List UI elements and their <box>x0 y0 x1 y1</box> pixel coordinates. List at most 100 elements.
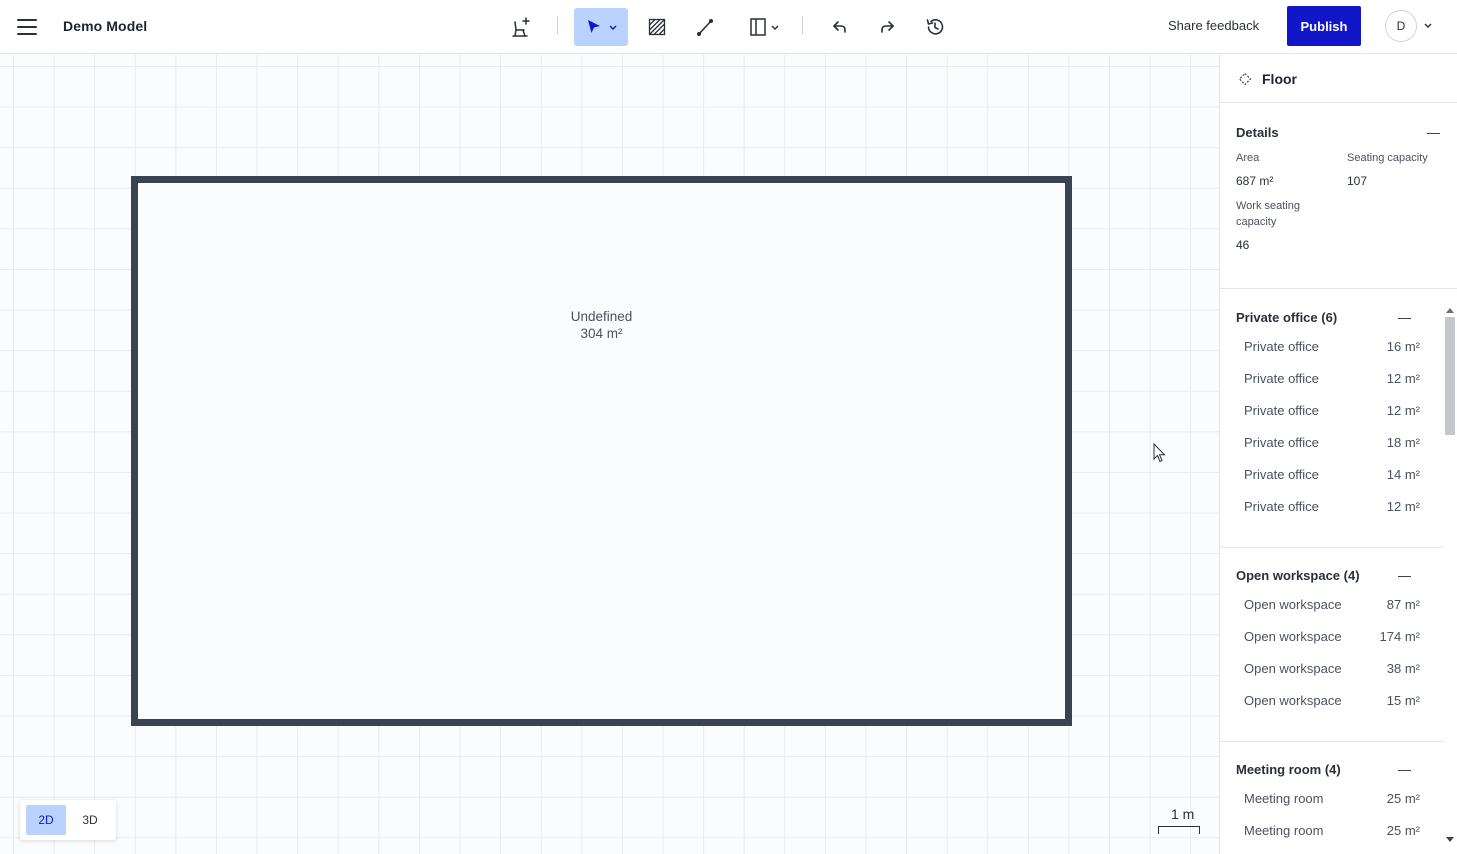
top-bar: Demo Model Share feedback Publish D <box>0 0 1457 54</box>
view-2d-button[interactable]: 2D <box>26 805 66 835</box>
details-section: Details Area 687 m² Seating capacity 107… <box>1220 103 1457 289</box>
panel-title: Floor <box>1262 70 1297 87</box>
view-3d-button[interactable]: 3D <box>70 805 110 835</box>
space-group-title: Private office (6) <box>1236 310 1338 325</box>
space-list-item[interactable]: Open workspace 174 m² <box>1236 629 1428 661</box>
space-name: Private office <box>1244 467 1319 482</box>
space-name: Private office <box>1244 435 1319 450</box>
scrollbar-thumb[interactable] <box>1445 317 1455 435</box>
space-name: Open workspace <box>1244 693 1342 708</box>
collapse-icon[interactable] <box>1398 311 1412 325</box>
view-mode-toggle: 2D 3D <box>20 800 116 840</box>
space-area: 12 m² <box>1386 403 1420 418</box>
space-list-item[interactable]: Private office 12 m² <box>1236 403 1428 435</box>
toolbar-separator <box>557 16 558 34</box>
area-tool[interactable] <box>643 8 671 46</box>
room-shape[interactable] <box>131 176 1072 726</box>
space-name: Meeting room <box>1244 823 1324 838</box>
history-icon <box>926 19 944 35</box>
space-list-item[interactable]: Private office 18 m² <box>1236 435 1428 467</box>
select-tool[interactable] <box>574 8 628 46</box>
select-pointer-icon <box>588 20 600 33</box>
chevron-down-icon <box>609 25 617 30</box>
floor-icon <box>1238 72 1252 85</box>
space-area: 25 m² <box>1386 823 1420 838</box>
space-list-item[interactable]: Private office 14 m² <box>1236 467 1428 499</box>
space-list-item[interactable]: Open workspace 15 m² <box>1236 693 1428 725</box>
space-name: Meeting room <box>1244 791 1324 806</box>
space-area: 25 m² <box>1386 791 1420 806</box>
collapse-icon[interactable] <box>1427 126 1441 140</box>
space-area: 16 m² <box>1386 339 1420 354</box>
area-value: 687 m² <box>1236 174 1274 188</box>
avatar[interactable]: D <box>1385 10 1417 42</box>
space-group: Open workspace (4) Open workspace 87 m² Ope… <box>1220 548 1444 742</box>
scale-label: 1 m <box>1171 806 1195 822</box>
scale-bar <box>1158 826 1200 834</box>
scroll-up-icon[interactable] <box>1446 308 1454 313</box>
space-area: 15 m² <box>1386 693 1420 708</box>
space-list-item[interactable]: Meeting room 25 m² <box>1236 791 1428 823</box>
space-groups-list: Private office (6) Private office 16 m² Pri… <box>1220 290 1444 854</box>
hatch-area-icon <box>648 18 666 36</box>
space-name: Private office <box>1244 403 1319 418</box>
history-button[interactable] <box>921 8 949 46</box>
undo-icon <box>833 21 846 33</box>
undo-button[interactable] <box>826 8 854 46</box>
draw-line-icon <box>696 18 714 37</box>
space-list-item[interactable]: Private office 12 m² <box>1236 371 1428 403</box>
room-area: 304 m² <box>580 326 623 341</box>
collapse-icon[interactable] <box>1398 763 1412 777</box>
space-group-title: Meeting room (4) <box>1236 762 1341 777</box>
seating-capacity-value: 107 <box>1347 174 1368 188</box>
space-list-item[interactable]: Meeting room 25 m² <box>1236 823 1428 854</box>
properties-panel: Floor Details Area 687 m² Seating capaci… <box>1219 55 1457 854</box>
floor-plan-canvas[interactable]: Undefined 304 m² 2D 3D 1 m <box>0 55 1219 854</box>
work-seating-capacity-label: Work seating capacity <box>1236 200 1300 228</box>
space-group-title: Open workspace (4) <box>1236 568 1360 583</box>
publish-button[interactable]: Publish <box>1287 6 1361 46</box>
space-name: Private office <box>1244 499 1319 514</box>
line-tool[interactable] <box>691 8 719 46</box>
space-name: Open workspace <box>1244 629 1342 644</box>
details-title: Details <box>1236 125 1279 140</box>
work-seating-capacity-value: 46 <box>1236 238 1250 252</box>
space-group: Meeting room (4) Meeting room 25 m² Meeting… <box>1220 742 1444 854</box>
collapse-icon[interactable] <box>1398 569 1412 583</box>
chevron-down-icon <box>771 25 778 30</box>
space-group-header[interactable]: Meeting room (4) <box>1236 762 1428 777</box>
redo-button[interactable] <box>873 8 901 46</box>
model-title: Demo Model <box>63 18 148 34</box>
space-area: 14 m² <box>1386 467 1420 482</box>
space-name: Open workspace <box>1244 597 1342 612</box>
redo-icon <box>881 21 894 33</box>
panel-scrollbar[interactable] <box>1443 305 1457 850</box>
share-feedback-link[interactable]: Share feedback <box>1168 18 1259 33</box>
panel-header: Floor <box>1220 55 1457 103</box>
mouse-cursor-icon <box>1153 443 1166 463</box>
space-name: Open workspace <box>1244 661 1342 676</box>
space-area: 12 m² <box>1386 499 1420 514</box>
space-list-item[interactable]: Open workspace 38 m² <box>1236 661 1428 693</box>
menu-icon[interactable] <box>15 15 39 39</box>
space-area: 12 m² <box>1386 371 1420 386</box>
scroll-down-icon[interactable] <box>1446 837 1454 842</box>
door-window-icon <box>749 18 766 36</box>
space-group-header[interactable]: Open workspace (4) <box>1236 568 1428 583</box>
space-list-item[interactable]: Private office 16 m² <box>1236 339 1428 371</box>
space-name: Private office <box>1244 371 1319 386</box>
space-area: 87 m² <box>1386 597 1420 612</box>
seating-capacity-label: Seating capacity <box>1347 152 1428 164</box>
space-list-item[interactable]: Private office 12 m² <box>1236 499 1428 531</box>
add-furniture-tool[interactable] <box>506 8 536 46</box>
chevron-down-icon[interactable] <box>1423 20 1433 30</box>
space-group: Private office (6) Private office 16 m² Pri… <box>1220 290 1444 548</box>
space-area: 18 m² <box>1386 435 1420 450</box>
space-name: Private office <box>1244 339 1319 354</box>
space-area: 38 m² <box>1386 661 1420 676</box>
space-group-header[interactable]: Private office (6) <box>1236 310 1428 325</box>
space-list-item[interactable]: Open workspace 87 m² <box>1236 597 1428 629</box>
toolbar-separator <box>802 16 803 34</box>
room-label: Undefined 304 m² <box>131 308 1072 342</box>
opening-tool[interactable] <box>743 8 783 46</box>
